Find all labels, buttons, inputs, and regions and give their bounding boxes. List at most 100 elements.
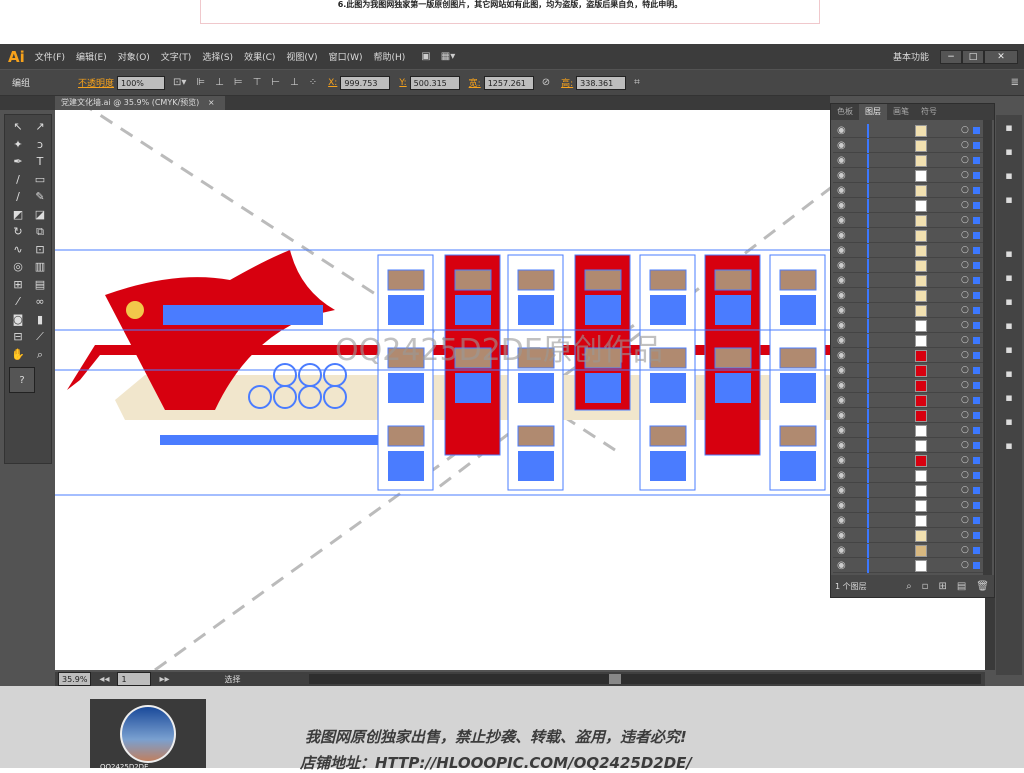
new-sublayer-icon[interactable]: ⊞ bbox=[938, 581, 946, 592]
transparency-panel-icon[interactable]: ▪ bbox=[1000, 295, 1018, 311]
layer-row[interactable]: ◉ ○ bbox=[833, 214, 983, 228]
layer-row[interactable]: ◉ ○ bbox=[833, 169, 983, 183]
align-top-icon[interactable]: ⊤ bbox=[253, 77, 262, 88]
target-icon[interactable]: ○ bbox=[961, 290, 969, 300]
visibility-eye-icon[interactable]: ◉ bbox=[837, 395, 846, 406]
target-icon[interactable]: ○ bbox=[961, 350, 969, 360]
selection-indicator[interactable] bbox=[973, 277, 980, 284]
delete-layer-icon[interactable]: 🗑 bbox=[976, 581, 989, 592]
layer-row[interactable]: ◉ ○ bbox=[833, 484, 983, 498]
fill-stroke-swatch[interactable]: ? bbox=[9, 367, 35, 393]
selection-indicator[interactable] bbox=[973, 352, 980, 359]
zoom-tool-icon[interactable]: ⌕ bbox=[31, 347, 49, 363]
layers-panel-icon[interactable]: ▪ bbox=[1000, 121, 1018, 137]
menu-file[interactable]: 文件(F) bbox=[35, 50, 65, 63]
pathfinder-panel-icon[interactable]: ▪ bbox=[1000, 439, 1018, 455]
layer-row[interactable]: ◉ ○ bbox=[833, 304, 983, 318]
height-input[interactable]: 338.361 bbox=[576, 75, 627, 90]
column-graph-tool-icon[interactable]: ▮ bbox=[31, 312, 49, 328]
bridge-icon[interactable]: ▣ bbox=[421, 51, 430, 62]
artboard-number[interactable]: 1 bbox=[117, 672, 152, 686]
selection-indicator[interactable] bbox=[973, 322, 980, 329]
line-tool-icon[interactable]: / bbox=[9, 172, 27, 188]
type-tool-icon[interactable]: T bbox=[31, 154, 49, 170]
target-icon[interactable]: ○ bbox=[961, 410, 969, 420]
visibility-eye-icon[interactable]: ◉ bbox=[837, 515, 846, 526]
layer-row[interactable]: ◉ ○ bbox=[833, 349, 983, 363]
layer-row[interactable]: ◉ ○ bbox=[833, 289, 983, 303]
target-icon[interactable]: ○ bbox=[961, 485, 969, 495]
target-icon[interactable]: ○ bbox=[961, 455, 969, 465]
target-icon[interactable]: ○ bbox=[961, 365, 969, 375]
scale-tool-icon[interactable]: ⧉ bbox=[31, 224, 49, 240]
scroll-thumb[interactable] bbox=[608, 674, 621, 684]
target-icon[interactable]: ○ bbox=[961, 515, 969, 525]
visibility-eye-icon[interactable]: ◉ bbox=[837, 290, 846, 301]
target-icon[interactable]: ○ bbox=[961, 185, 969, 195]
selection-indicator[interactable] bbox=[973, 262, 980, 269]
symbol-sprayer-tool-icon[interactable]: ◙ bbox=[9, 312, 27, 328]
brushes-panel-icon[interactable]: ▪ bbox=[1000, 169, 1018, 185]
layer-row[interactable]: ◉ ○ bbox=[833, 499, 983, 513]
arrange-documents-icon[interactable]: ▦▾ bbox=[441, 51, 455, 62]
y-input[interactable]: 500.315 bbox=[409, 75, 460, 90]
align-panel-icon[interactable]: ▪ bbox=[1000, 391, 1018, 407]
selection-indicator[interactable] bbox=[973, 517, 980, 524]
new-layer-icon[interactable]: ▤ bbox=[957, 581, 966, 592]
link-icon[interactable]: ⊘ bbox=[542, 77, 550, 88]
selection-indicator[interactable] bbox=[973, 247, 980, 254]
document-tab[interactable]: 党建文化墙.ai @ 35.9% (CMYK/预览) × bbox=[55, 96, 225, 110]
width-input[interactable]: 1257.261 bbox=[483, 75, 534, 90]
menu-help[interactable]: 帮助(H) bbox=[374, 50, 406, 63]
selection-tool-icon[interactable]: ↖ bbox=[9, 119, 27, 135]
panel-menu-icon[interactable]: ≣ bbox=[1011, 77, 1019, 88]
layer-row[interactable]: ◉ ○ bbox=[833, 259, 983, 273]
visibility-eye-icon[interactable]: ◉ bbox=[837, 425, 846, 436]
pencil-tool-icon[interactable]: ✎ bbox=[31, 189, 49, 205]
target-icon[interactable]: ○ bbox=[961, 440, 969, 450]
selection-indicator[interactable] bbox=[973, 367, 980, 374]
target-icon[interactable]: ○ bbox=[961, 275, 969, 285]
layer-row[interactable]: ◉ ○ bbox=[833, 244, 983, 258]
selection-indicator[interactable] bbox=[973, 202, 980, 209]
align-right-icon[interactable]: ⊨ bbox=[234, 77, 243, 88]
layer-row[interactable]: ◉ ○ bbox=[833, 364, 983, 378]
shape-builder-tool-icon[interactable]: ◎ bbox=[9, 259, 27, 275]
slice-tool-icon[interactable]: ⟋ bbox=[31, 329, 49, 345]
layer-row[interactable]: ◉ ○ bbox=[833, 229, 983, 243]
menu-edit[interactable]: 编辑(E) bbox=[76, 50, 107, 63]
layers-scrollbar[interactable] bbox=[983, 120, 992, 575]
maximize-button[interactable]: □ bbox=[962, 49, 984, 64]
gradient-panel-icon[interactable]: ▪ bbox=[1000, 271, 1018, 287]
target-icon[interactable]: ○ bbox=[961, 380, 969, 390]
target-icon[interactable]: ○ bbox=[961, 260, 969, 270]
align-left-icon[interactable]: ⊫ bbox=[196, 77, 205, 88]
visibility-eye-icon[interactable]: ◉ bbox=[837, 185, 846, 196]
selection-indicator[interactable] bbox=[973, 382, 980, 389]
first-artboard-icon[interactable]: ◂◂ bbox=[99, 674, 109, 685]
layer-row[interactable]: ◉ ○ bbox=[833, 319, 983, 333]
target-icon[interactable]: ○ bbox=[961, 155, 969, 165]
visibility-eye-icon[interactable]: ◉ bbox=[837, 200, 846, 211]
visibility-eye-icon[interactable]: ◉ bbox=[837, 440, 846, 451]
transform-icon[interactable]: ⌗ bbox=[634, 77, 640, 88]
align-icon[interactable]: ⊡▾ bbox=[173, 77, 186, 88]
align-bottom-icon[interactable]: ⊥ bbox=[290, 77, 299, 88]
selection-indicator[interactable] bbox=[973, 532, 980, 539]
target-icon[interactable]: ○ bbox=[961, 125, 969, 135]
layer-row[interactable]: ◉ ○ bbox=[833, 274, 983, 288]
paintbrush-tool-icon[interactable]: ∕ bbox=[9, 189, 27, 205]
visibility-eye-icon[interactable]: ◉ bbox=[837, 380, 846, 391]
layer-row[interactable]: ◉ ○ bbox=[833, 424, 983, 438]
selection-indicator[interactable] bbox=[973, 547, 980, 554]
gradient-tool-icon[interactable]: ▤ bbox=[31, 277, 49, 293]
stroke-panel-icon[interactable]: ▪ bbox=[1000, 247, 1018, 263]
magic-wand-tool-icon[interactable]: ✦ bbox=[9, 137, 27, 153]
layer-row[interactable]: ◉ ○ bbox=[833, 514, 983, 528]
tab-swatches[interactable]: 色板 bbox=[831, 104, 859, 120]
visibility-eye-icon[interactable]: ◉ bbox=[837, 125, 846, 136]
visibility-eye-icon[interactable]: ◉ bbox=[837, 215, 846, 226]
reference-point-icon[interactable]: ⁘ bbox=[309, 77, 317, 88]
close-button[interactable]: ✕ bbox=[984, 49, 1018, 64]
layer-row[interactable]: ◉ ○ bbox=[833, 454, 983, 468]
